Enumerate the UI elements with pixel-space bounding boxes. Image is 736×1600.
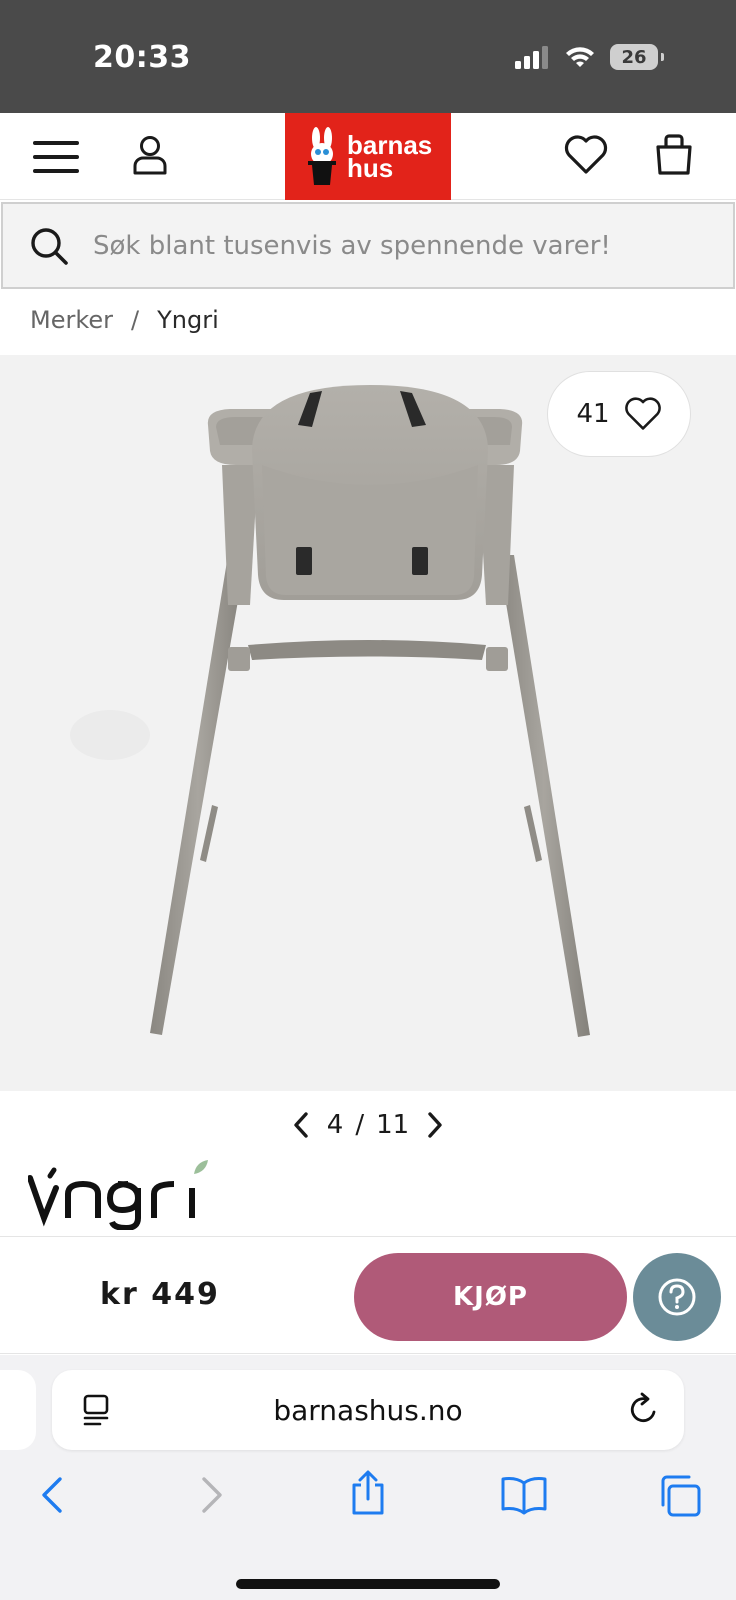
user-icon <box>133 136 167 175</box>
forward-arrow-icon[interactable] <box>200 1475 224 1515</box>
bunny-hat-logo-icon <box>308 126 336 185</box>
tabs-icon[interactable] <box>658 1475 702 1517</box>
chevron-right-icon[interactable] <box>425 1111 445 1139</box>
shopping-bag-icon <box>656 134 692 175</box>
home-indicator <box>236 1579 500 1589</box>
battery-indicator: 26 <box>610 44 664 70</box>
browser-toolbar <box>0 1470 736 1535</box>
image-pager: 4 / 11 <box>0 1110 736 1140</box>
address-bar[interactable]: barnashus.no <box>52 1370 684 1450</box>
breadcrumb-separator: / <box>131 306 140 334</box>
brand-logo-yngri[interactable] <box>27 1160 228 1234</box>
product-image-carousel[interactable]: 41 <box>0 355 736 1091</box>
help-button[interactable] <box>633 1253 721 1341</box>
bookmarks-icon[interactable] <box>500 1475 548 1515</box>
heart-outline-icon <box>624 397 661 430</box>
search-icon <box>31 227 68 265</box>
chevron-left-icon[interactable] <box>291 1111 311 1139</box>
image-total: 11 <box>376 1110 410 1140</box>
status-bar: 20:33 26 <box>0 0 736 113</box>
wishlist-button[interactable] <box>562 131 610 179</box>
account-button[interactable] <box>128 131 172 179</box>
product-price: kr 449 <box>100 1277 220 1312</box>
status-time: 20:33 <box>93 40 191 75</box>
breadcrumb-current: Yngri <box>157 306 219 334</box>
share-icon[interactable] <box>348 1469 388 1517</box>
like-count: 41 <box>576 399 610 429</box>
logo-text-line2: hus <box>347 152 394 183</box>
high-chair-product-image <box>70 385 590 1037</box>
reload-icon[interactable] <box>628 1392 660 1426</box>
breadcrumb: Merker / Yngri <box>30 306 219 334</box>
heart-icon <box>564 135 608 174</box>
wifi-icon <box>566 47 594 67</box>
breadcrumb-link-merker[interactable]: Merker <box>30 306 113 334</box>
page-menu-icon[interactable] <box>82 1394 112 1426</box>
browser-chrome: barnashus.no <box>0 1355 736 1600</box>
search-bar[interactable] <box>1 202 735 289</box>
like-count-button[interactable]: 41 <box>547 371 691 457</box>
yngri-wordmark <box>27 1160 208 1232</box>
cellular-signal-icon <box>515 46 548 69</box>
image-counter: 4 / 11 <box>327 1110 409 1140</box>
status-icons: 26 <box>514 44 664 70</box>
question-icon <box>658 1278 696 1316</box>
site-logo[interactable]: barnas hus <box>285 113 451 200</box>
previous-tab-peek[interactable] <box>0 1370 36 1450</box>
buy-button[interactable]: KJØP <box>354 1253 627 1341</box>
menu-button[interactable] <box>32 135 80 179</box>
logo-text: barnas hus <box>347 132 432 183</box>
image-index: 4 <box>326 1110 344 1140</box>
image-counter-separator: / <box>355 1110 365 1140</box>
site-header: barnas hus <box>0 113 736 200</box>
buy-bar: kr 449 KJØP <box>0 1236 736 1354</box>
cart-button[interactable] <box>650 129 698 179</box>
hamburger-menu-icon <box>33 141 79 173</box>
search-input[interactable] <box>93 230 693 261</box>
back-arrow-icon[interactable] <box>40 1475 64 1515</box>
url-text: barnashus.no <box>273 1393 463 1427</box>
